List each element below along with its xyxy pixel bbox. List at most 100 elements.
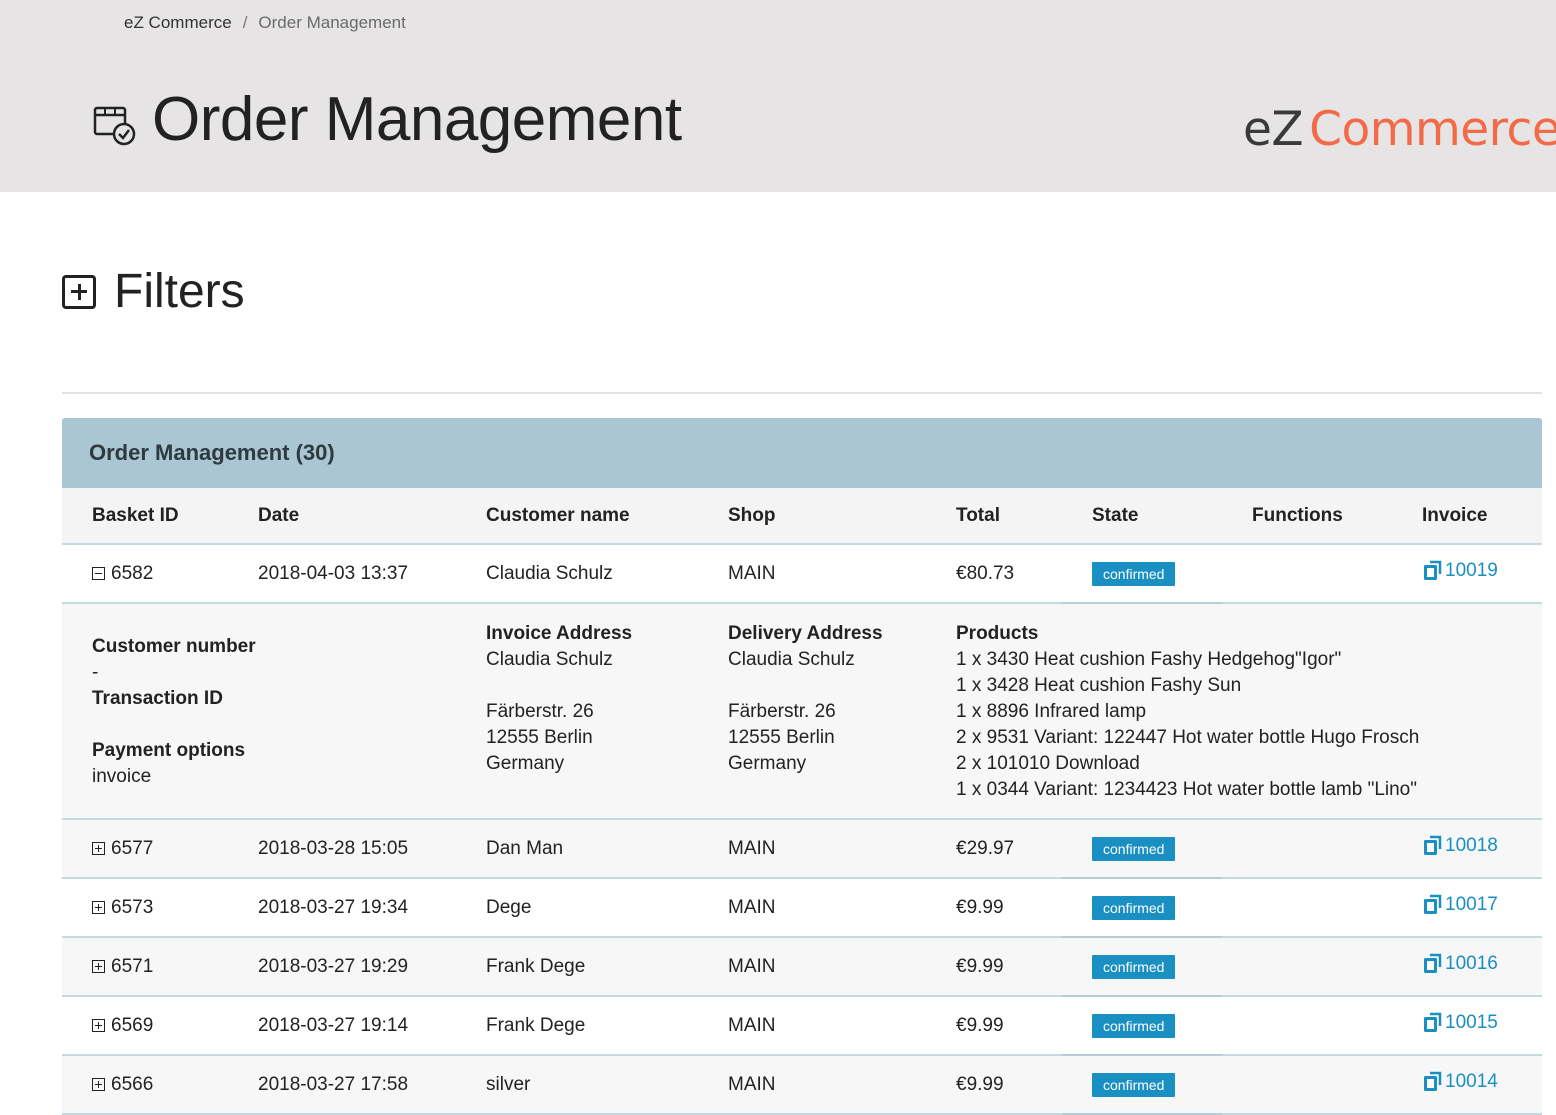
breadcrumb-home-link[interactable]: eZ Commerce [124, 13, 232, 32]
basket-id-cell: 6569 [62, 996, 228, 1056]
expand-icon[interactable] [92, 1077, 105, 1091]
document-icon [1424, 954, 1442, 974]
expand-icon[interactable] [92, 900, 105, 914]
address-city: 12555 Berlin [486, 727, 593, 748]
order-row: 6566 2018-03-27 17:58 silver MAIN €9.99 confi… [62, 1055, 1542, 1115]
order-total: €9.99 [926, 878, 1062, 938]
table-header-row: Basket ID Date Customer name Shop Total … [62, 488, 1542, 545]
column-header-basket-id[interactable]: Basket ID [62, 488, 228, 545]
basket-id-cell: 6577 [62, 819, 228, 879]
state-cell: confirmed [1062, 878, 1222, 938]
customer-name: Dege [456, 878, 698, 938]
orders-table: Basket ID Date Customer name Shop Total … [62, 488, 1542, 1115]
state-cell: confirmed [1062, 819, 1222, 879]
expand-icon[interactable] [92, 959, 105, 973]
product-line: 1 x 0344 Variant: 1234423 Hot water bott… [956, 779, 1417, 800]
order-date: 2018-03-27 19:29 [228, 937, 456, 997]
document-icon [1424, 561, 1442, 581]
shop: MAIN [698, 544, 926, 604]
panel-heading: Order Management (30) [62, 418, 1542, 488]
address-name: Claudia Schulz [728, 649, 855, 670]
column-header-customer-name[interactable]: Customer name [456, 488, 698, 545]
invoice-cell: 10018 [1392, 819, 1542, 879]
address-name: Claudia Schulz [486, 649, 613, 670]
breadcrumb-current: Order Management [258, 13, 406, 32]
filters-title: Filters [114, 265, 245, 318]
invoice-link[interactable]: 10018 [1422, 835, 1498, 857]
customer-name: Claudia Schulz [456, 544, 698, 604]
order-total: €80.73 [926, 544, 1062, 604]
orders-panel: Order Management (30) Basket ID Date Cus… [62, 418, 1542, 1115]
payment-options: invoice [92, 766, 152, 787]
invoice-cell: 10014 [1392, 1055, 1542, 1115]
invoice-number: 10016 [1445, 952, 1498, 974]
state-badge: confirmed [1092, 895, 1176, 920]
order-row: 6571 2018-03-27 19:29 Frank Dege MAIN €9.99 c… [62, 937, 1542, 997]
address-street: Färberstr. 26 [728, 701, 836, 722]
order-date: 2018-03-27 17:58 [228, 1055, 456, 1115]
column-header-invoice: Invoice [1392, 488, 1542, 545]
expand-icon[interactable] [92, 1018, 105, 1032]
plus-square-icon [62, 274, 96, 309]
invoice-link[interactable]: 10014 [1422, 1071, 1498, 1093]
basket-id: 6566 [111, 1073, 154, 1095]
column-header-total[interactable]: Total [926, 488, 1062, 545]
filters-toggle[interactable]: Filters [62, 264, 245, 319]
basket-id-cell: 6566 [62, 1055, 228, 1115]
top-bar: eZ Commerce / Order Management Order Manag… [0, 0, 1556, 192]
column-header-functions: Functions [1222, 488, 1392, 545]
product-line: 2 x 101010 Download [956, 753, 1140, 774]
shop: MAIN [698, 1055, 926, 1115]
address-country: Germany [486, 753, 565, 774]
functions-cell [1222, 544, 1392, 604]
invoice-number: 10014 [1445, 1070, 1498, 1092]
transaction-id-label: Transaction ID [92, 688, 223, 709]
invoice-number: 10018 [1445, 834, 1498, 856]
invoice-number: 10019 [1445, 559, 1498, 581]
order-date: 2018-04-03 13:37 [228, 544, 456, 604]
invoice-link[interactable]: 10015 [1422, 1012, 1498, 1034]
shop: MAIN [698, 937, 926, 997]
product-line: 1 x 8896 Infrared lamp [956, 701, 1147, 722]
customer-number-label: Customer number [92, 636, 256, 657]
basket-id: 6571 [111, 955, 154, 977]
order-row: 6573 2018-03-27 19:34 Dege MAIN €9.99 confirm… [62, 878, 1542, 938]
basket-id: 6577 [111, 837, 154, 859]
address-blank [486, 673, 698, 699]
collapse-icon[interactable] [92, 566, 105, 580]
invoice-link[interactable]: 10019 [1422, 560, 1498, 582]
order-date: 2018-03-28 15:05 [228, 819, 456, 879]
breadcrumb: eZ Commerce / Order Management [124, 13, 406, 33]
products-list: Products 1 x 3430 Heat cushion Fashy Hedg… [926, 603, 1542, 820]
invoice-cell: 10016 [1392, 937, 1542, 997]
customer-name: Frank Dege [456, 937, 698, 997]
column-header-date[interactable]: Date [228, 488, 456, 545]
expand-icon[interactable] [92, 841, 105, 855]
payment-options-label: Payment options [92, 740, 246, 761]
functions-cell [1222, 819, 1392, 879]
breadcrumb-separator: / [242, 13, 248, 32]
basket-id-cell: 6571 [62, 937, 228, 997]
invoice-link[interactable]: 10016 [1422, 953, 1498, 975]
divider [62, 392, 1542, 394]
page-header: Order Management [92, 84, 682, 155]
invoice-link[interactable]: 10017 [1422, 894, 1498, 916]
shop: MAIN [698, 819, 926, 879]
shop: MAIN [698, 878, 926, 938]
order-box-check-icon [93, 106, 136, 145]
state-badge: confirmed [1092, 561, 1176, 586]
basket-id: 6569 [111, 1014, 154, 1036]
basket-id-cell: 6582 [62, 544, 228, 604]
state-cell: confirmed [1062, 544, 1222, 604]
column-header-state[interactable]: State [1062, 488, 1222, 545]
state-badge: confirmed [1092, 1072, 1176, 1097]
delivery-address-label: Delivery Address [728, 623, 883, 644]
customer-name: silver [456, 1055, 698, 1115]
column-header-shop[interactable]: Shop [698, 488, 926, 545]
shop: MAIN [698, 996, 926, 1056]
product-line: 1 x 3430 Heat cushion Fashy Hedgehog"Igo… [956, 649, 1342, 670]
invoice-cell: 10019 [1392, 544, 1542, 604]
logo-commerce: Commerce [1309, 102, 1556, 157]
invoice-address-label: Invoice Address [486, 623, 633, 644]
order-total: €9.99 [926, 996, 1062, 1056]
